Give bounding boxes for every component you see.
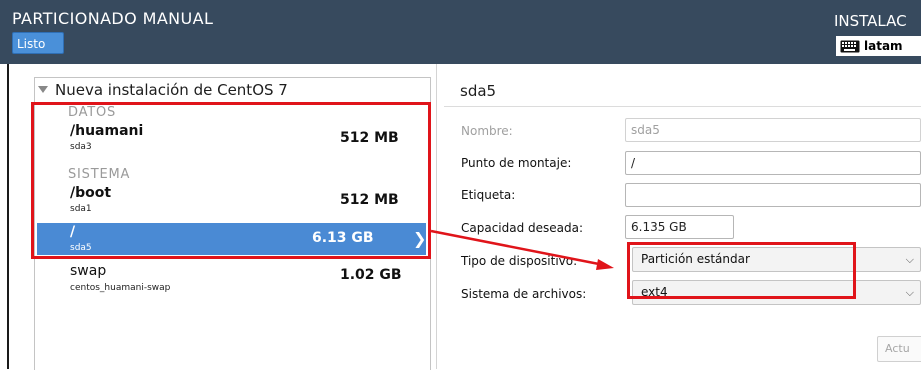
annotation-arrow — [430, 229, 614, 270]
